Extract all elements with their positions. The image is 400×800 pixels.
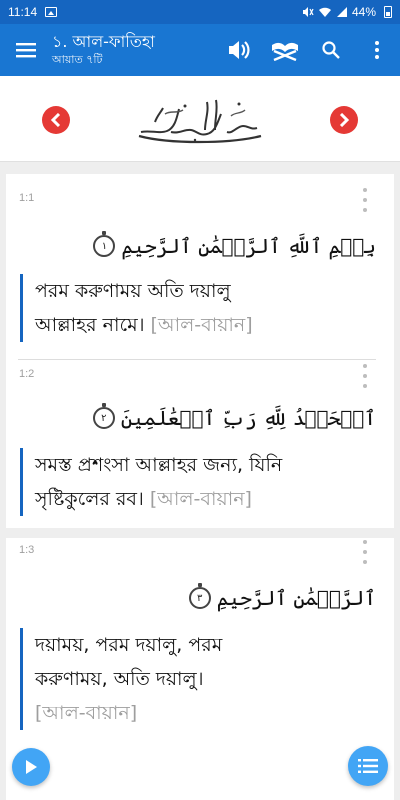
arabic-text: بِسۡمِ ٱللَّهِ ٱلرَّحۡمَٰنِ ٱلرَّحِيمِ ١: [93, 231, 376, 258]
battery-percent: 44%: [351, 5, 376, 19]
arabic-verse: ٱلۡحَمۡدُ لِلَّهِ رَبِّ ٱلۡعَٰلَمِينَ: [120, 406, 376, 430]
translation-source: [আল-বায়ান]: [150, 314, 253, 336]
ayah-count: আয়াত ৭টি: [52, 53, 103, 66]
verse-card[interactable]: 1:1 بِسۡمِ ٱللَّهِ ٱلرَّحۡمَٰنِ ٱلرَّحِي…: [6, 174, 394, 360]
image-icon: [45, 7, 58, 17]
signal-icon: [336, 7, 347, 17]
title-block: ১. আল-ফাতিহা আয়াত ৭টি: [52, 32, 216, 68]
verse-number: 1:1: [19, 192, 35, 204]
app-actions: [216, 24, 400, 76]
translation-line: দয়াময়, পরম দয়ালু, পরম: [35, 634, 223, 656]
translation-line: পরম করুণাময় অতি দয়ালু: [35, 280, 231, 302]
battery-icon: [384, 6, 392, 18]
surah-header: [0, 76, 400, 162]
verse-card[interactable]: 1:2 ٱلۡحَمۡدُ لِلَّهِ رَبِّ ٱلۡعَٰلَمِين…: [6, 360, 394, 528]
translation-line: করুণাময়, অতি দয়ালু।: [35, 668, 204, 690]
search-icon: [322, 41, 340, 59]
ayah-number-icon: ٣: [188, 583, 211, 609]
more-options-button[interactable]: [354, 24, 400, 76]
translation-line-text: সৃষ্টিকুলের রব।: [35, 488, 144, 510]
verse-number: 1:3: [19, 544, 35, 556]
translation-line: আল্লাহর নামে। [আল-বায়ান]: [35, 308, 376, 342]
ayah-number-icon: ١: [93, 231, 116, 257]
more-vert-icon: [375, 41, 379, 59]
search-button[interactable]: [308, 24, 354, 76]
play-button[interactable]: [12, 748, 50, 786]
verse-list-button[interactable]: [348, 746, 388, 786]
translation-text: দয়াময়, পরম দয়ালু, পরম করুণাময়, অতি দ…: [20, 628, 376, 730]
translation-text: পরম করুণাময় অতি দয়ালু আল্লাহর নামে। [আ…: [20, 274, 376, 342]
verse-more-icon[interactable]: [362, 540, 368, 564]
verse-number: 1:2: [19, 368, 35, 380]
translation-text: সমস্ত প্রশংসা আল্লাহর জন্য, যিনি সৃষ্টিক…: [20, 448, 376, 516]
mute-icon: [302, 7, 314, 17]
bismillah-calligraphy: [135, 92, 265, 146]
ayah-number-icon: ٢: [92, 403, 115, 429]
audio-button[interactable]: [216, 24, 262, 76]
status-time: 11:14: [8, 5, 38, 19]
translation-source: [আল-বায়ান]: [35, 702, 138, 724]
menu-button[interactable]: [0, 24, 52, 76]
verse-list[interactable]: 1:1 بِسۡمِ ٱللَّهِ ٱلرَّحۡمَٰنِ ٱلرَّحِي…: [0, 162, 400, 800]
translation-line: সৃষ্টিকুলের রব। [আল-বায়ান]: [35, 482, 376, 516]
play-icon: [26, 760, 37, 774]
quran-button[interactable]: [262, 24, 308, 76]
quran-stand-icon: [272, 42, 298, 61]
verse-card[interactable]: 1:3 ٱلرَّحۡمَٰنِ ٱلرَّحِيمِ ٣ দয়াময়, প…: [6, 538, 394, 800]
translation-line: সমস্ত প্রশংসা আল্লাহর জন্য, যিনি: [35, 454, 283, 476]
translation-source: [আল-বায়ান]: [149, 488, 252, 510]
wifi-icon: [318, 7, 331, 17]
arabic-verse: ٱلرَّحۡمَٰنِ ٱلرَّحِيمِ: [216, 586, 376, 610]
menu-icon: [16, 43, 36, 58]
verse-more-icon[interactable]: [362, 364, 368, 388]
arabic-text: ٱلۡحَمۡدُ لِلَّهِ رَبِّ ٱلۡعَٰلَمِينَ ٢: [92, 403, 376, 430]
list-icon: [358, 759, 378, 773]
next-surah-button[interactable]: [330, 106, 358, 134]
surah-title: ১. আল-ফাতিহা: [52, 32, 155, 51]
arabic-text: ٱلرَّحۡمَٰنِ ٱلرَّحِيمِ ٣: [188, 583, 376, 610]
verse-more-icon[interactable]: [362, 188, 368, 212]
chevron-right-icon: [339, 113, 350, 127]
status-bar: 11:14 44%: [0, 0, 400, 24]
chevron-left-icon: [50, 113, 61, 127]
status-icons: 44%: [302, 5, 392, 19]
app-bar: ১. আল-ফাতিহা আয়াত ৭টি: [0, 24, 400, 76]
translation-line-text: আল্লাহর নামে।: [35, 314, 145, 336]
audio-icon: [229, 41, 250, 59]
previous-surah-button[interactable]: [42, 106, 70, 134]
arabic-verse: بِسۡمِ ٱللَّهِ ٱلرَّحۡمَٰنِ ٱلرَّحِيمِ: [121, 234, 376, 258]
